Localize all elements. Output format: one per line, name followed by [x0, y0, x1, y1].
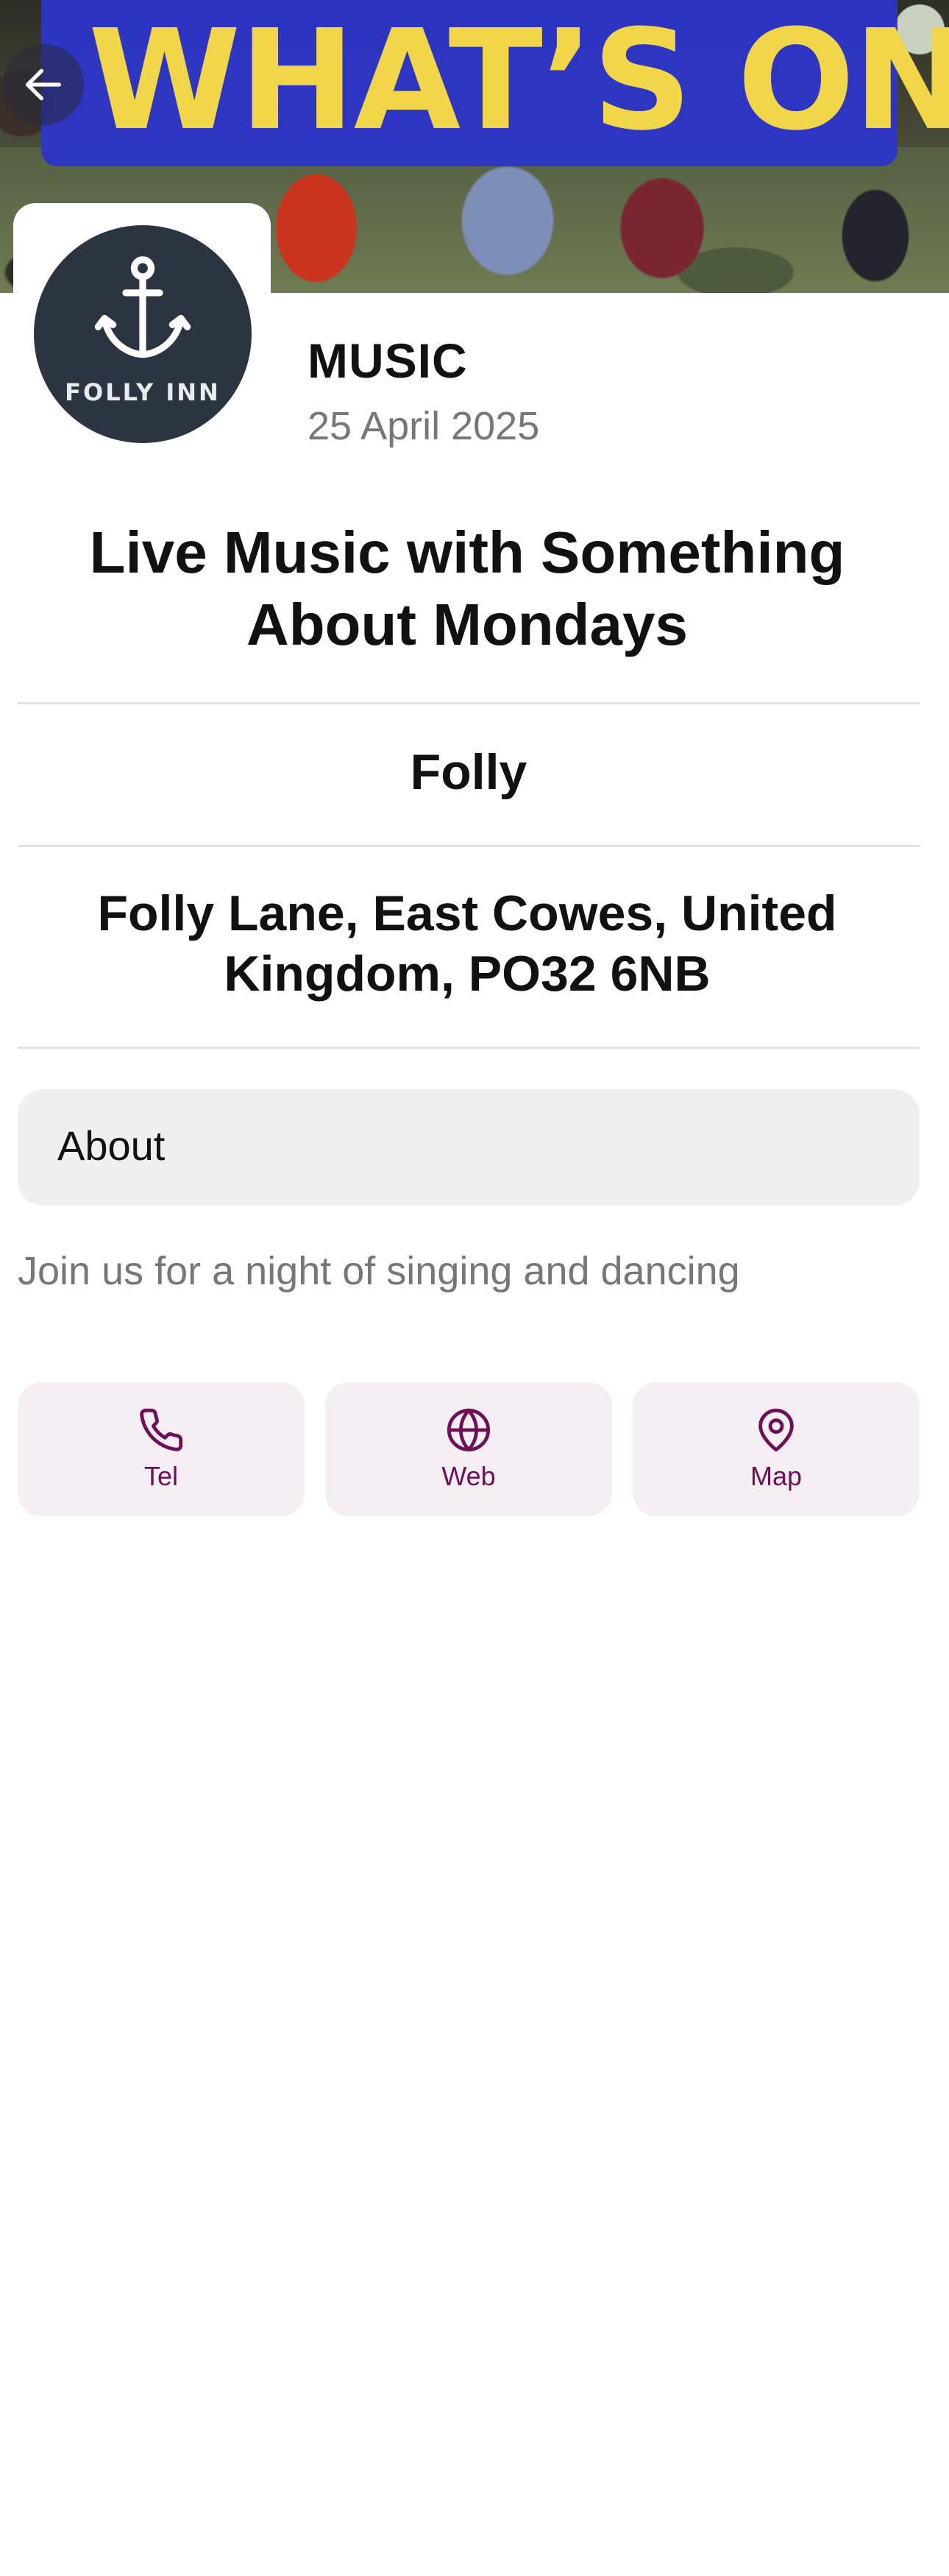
tel-button[interactable]: Tel	[18, 1382, 305, 1516]
event-date: 25 April 2025	[308, 404, 540, 448]
phone-icon	[140, 1408, 183, 1451]
map-pin-icon	[758, 1408, 794, 1452]
about-section-header: About	[18, 1089, 920, 1206]
divider	[18, 1047, 920, 1049]
divider	[18, 845, 920, 847]
web-label: Web	[441, 1461, 496, 1491]
arrow-left-icon	[26, 68, 61, 101]
divider	[18, 702, 920, 704]
venue-logo: FOLLY INN	[34, 225, 252, 443]
back-button[interactable]	[3, 44, 84, 125]
event-venue: Folly	[410, 744, 527, 800]
globe-icon	[447, 1408, 491, 1452]
web-button[interactable]: Web	[325, 1382, 612, 1516]
map-button[interactable]: Map	[633, 1382, 920, 1516]
logo-text: FOLLY INN	[65, 378, 221, 406]
event-category: MUSIC	[308, 333, 468, 388]
event-description: Join us for a night of singing and danci…	[18, 1249, 740, 1293]
about-label: About	[57, 1122, 166, 1169]
anchor-icon	[94, 256, 191, 358]
tel-label: Tel	[143, 1461, 179, 1491]
map-label: Map	[750, 1461, 803, 1491]
event-title: Live Music with Something About Mondays	[89, 520, 845, 657]
event-address: Folly Lane, East Cowes, United Kingdom, …	[97, 885, 837, 1002]
banner-title: WHAT’S ON	[88, 0, 949, 161]
